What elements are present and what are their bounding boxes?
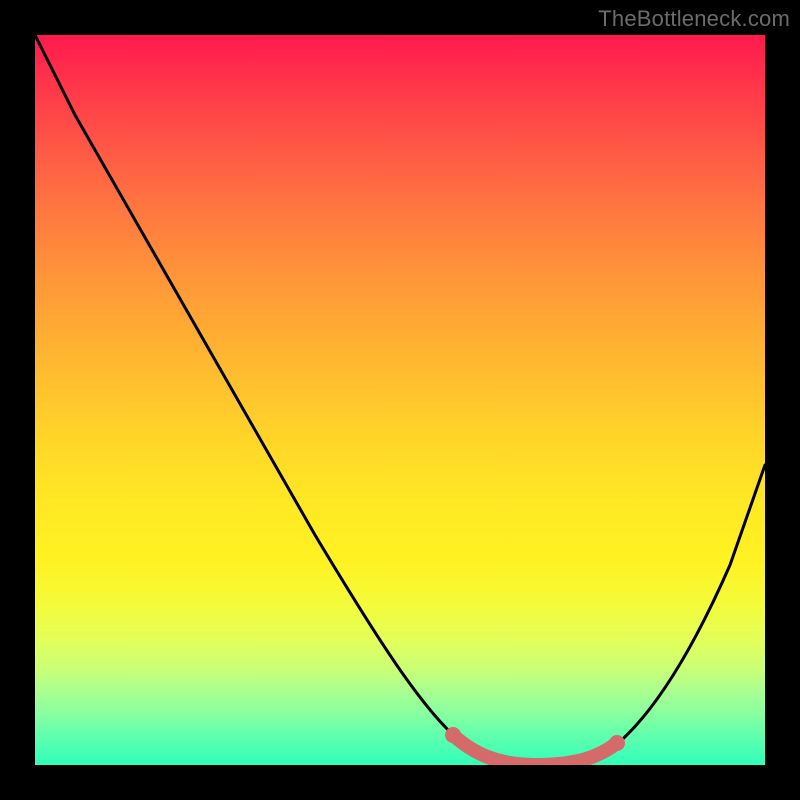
highlight-dot-left [445,727,461,743]
chart-frame: TheBottleneck.com [0,0,800,800]
highlight-dot-right [609,735,625,751]
watermark-label: TheBottleneck.com [598,6,790,32]
bottleneck-curve-path [35,35,765,765]
highlight-segment-path [453,735,617,765]
plot-area [35,35,765,765]
curve-svg [35,35,765,765]
